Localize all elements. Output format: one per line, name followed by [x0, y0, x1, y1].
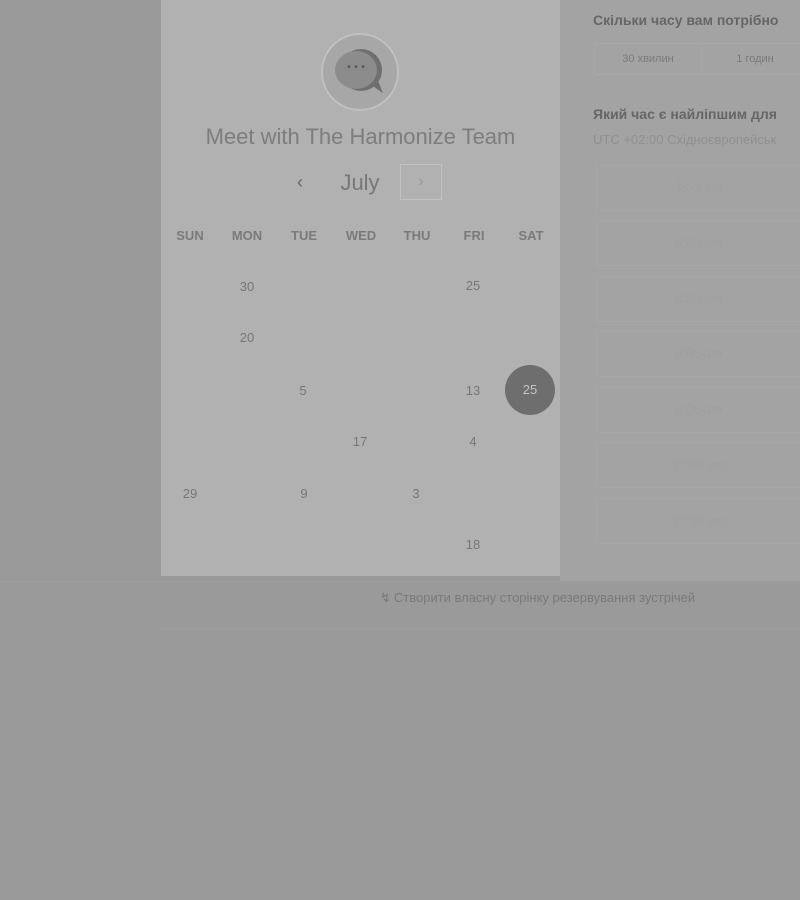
calendar-day[interactable]: 17 [340, 434, 380, 449]
month-label: July [340, 170, 380, 195]
weekday-label: MON [231, 228, 263, 243]
weekday-label: SAT [518, 228, 544, 243]
time-slot[interactable]: 10:00 am [596, 442, 800, 488]
time-slot[interactable]: 9:00 am [596, 331, 800, 377]
timezone-label[interactable]: UTC +02:00 Східноєвропейськ [593, 132, 776, 147]
meeting-title: Meet with The Harmonize Team [205, 124, 516, 149]
hubspot-sprocket-icon: ↯ [380, 590, 391, 605]
next-month-button[interactable]: › [400, 164, 442, 200]
calendar-day[interactable]: 25 [453, 278, 493, 293]
duration-question: Скільки часу вам потрібно [593, 12, 779, 28]
duration-option-30[interactable]: 30 хвилин [594, 43, 702, 75]
time-slot[interactable]: 7:30 am [596, 165, 800, 211]
calendar-day[interactable]: 18 [453, 537, 493, 552]
calendar-day[interactable]: 9 [284, 486, 324, 501]
footer-link-label: Створити власну сторінку резервування зу… [393, 590, 696, 605]
weekday-label: THU [403, 228, 431, 243]
time-slot[interactable]: 9:30 am [596, 387, 800, 433]
weekday-label: SUN [176, 228, 204, 243]
calendar-day[interactable]: 30 [227, 279, 267, 294]
time-slot[interactable]: 8:00 am [596, 220, 800, 266]
time-slot[interactable]: 10:30 am [596, 498, 800, 544]
chat-avatar-icon: ··· [321, 33, 399, 111]
calendar-day[interactable]: 4 [453, 434, 493, 449]
calendar-day[interactable]: 29 [170, 486, 210, 501]
time-slot[interactable]: 8:30 am [596, 276, 800, 322]
weekday-label: TUE [291, 228, 317, 243]
weekday-label: WED [345, 228, 377, 243]
calendar-day-selected[interactable]: 25 [505, 365, 555, 415]
create-booking-page-link[interactable]: ↯ Створити власну сторінку резервування з… [380, 590, 695, 606]
calendar-day[interactable]: 13 [453, 383, 493, 398]
prev-month-button[interactable]: ‹ [288, 168, 312, 196]
calendar-day[interactable]: 3 [396, 486, 436, 501]
duration-option-60[interactable]: 1 годин [701, 43, 800, 75]
calendar-day[interactable]: 20 [227, 330, 267, 345]
weekday-label: FRI [463, 228, 485, 243]
calendar-day[interactable]: 5 [283, 383, 323, 398]
time-question: Який час є найліпшим для [593, 106, 777, 122]
